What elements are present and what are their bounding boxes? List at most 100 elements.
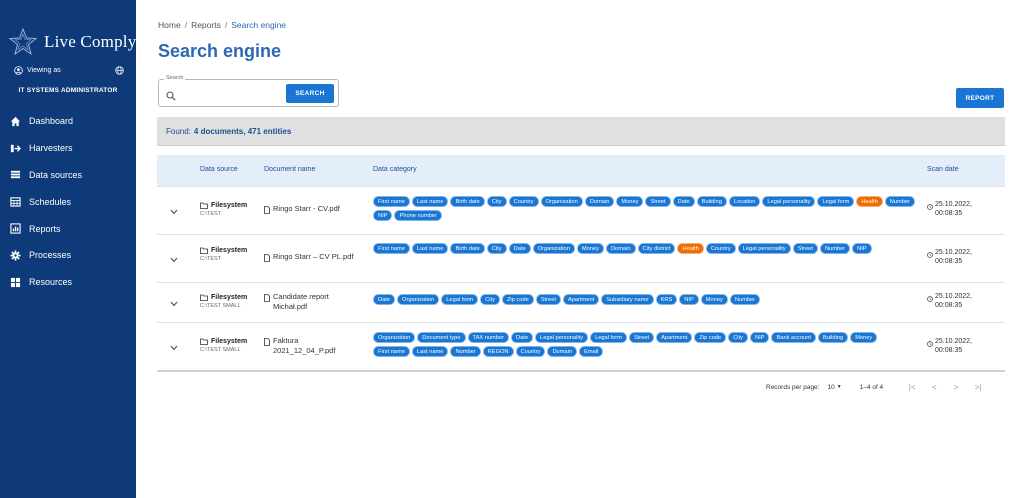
header-scan-date[interactable]: Scan date (927, 166, 959, 173)
scan-date-cell: 25.10.2022, 00:08:35 (927, 200, 972, 218)
category-chip: Last name (411, 196, 449, 207)
category-chip: Legal personality (762, 196, 816, 207)
category-chip: Organization (373, 332, 416, 343)
breadcrumb-current: Search engine (231, 20, 287, 30)
found-count: 4 documents, 471 entities (193, 126, 292, 136)
breadcrumb-reports[interactable]: Reports (191, 20, 221, 30)
category-chip: Date (373, 294, 396, 305)
category-chip: Phone number (394, 210, 442, 221)
expand-chevron-icon[interactable] (169, 207, 179, 217)
document-icon (264, 338, 270, 346)
globe-icon[interactable] (115, 66, 124, 75)
category-chip: Domain (605, 243, 636, 254)
breadcrumb-home[interactable]: Home (158, 20, 181, 30)
document-icon (264, 294, 270, 302)
header-data-category[interactable]: Data category (373, 166, 417, 173)
category-chip: Legal form (590, 332, 627, 343)
category-chip: Number (729, 294, 761, 305)
category-chip: Date (508, 243, 531, 254)
brand-name: Live Comply (44, 32, 137, 51)
sidebar-item-data-sources[interactable]: Data sources (0, 162, 136, 189)
table-row[interactable]: Filesystem C:\TEST Ringo Starr - CV.pdf … (157, 186, 1005, 234)
table-row[interactable]: Filesystem C:\TEST Ringo Starr – CV PL.p… (157, 234, 1005, 282)
category-chip: Zip code (694, 332, 727, 343)
data-source-label: Filesystem (211, 338, 248, 345)
report-button[interactable]: REPORT (956, 88, 1004, 108)
category-chip: Building (817, 332, 849, 343)
data-source-cell: Filesystem C:\TEST SMALL (200, 338, 247, 353)
sidebar-item-label: Processes (29, 250, 72, 261)
category-chip: Number (450, 346, 481, 357)
category-chip: Number (884, 196, 915, 207)
harvesters-icon (9, 142, 21, 154)
category-chip: Last name (411, 243, 449, 254)
document-name: Ringo Starr – CV PL.pdf (273, 252, 354, 261)
sidebar-item-reports[interactable]: Reports (0, 215, 136, 242)
rows-per-page-select[interactable]: 10 (827, 384, 834, 391)
category-chip: Document type (417, 332, 466, 343)
folder-icon (200, 294, 208, 301)
dropdown-arrow-icon[interactable]: ▼ (837, 384, 842, 390)
data-source-cell: Filesystem C:\TEST (200, 247, 247, 262)
sidebar-item-schedules[interactable]: Schedules (0, 188, 136, 215)
sidebar-item-label: Reports (29, 223, 61, 234)
category-chip: Domain (547, 346, 578, 357)
category-chip: Legal form (441, 294, 479, 305)
category-chip: First name (373, 196, 410, 207)
sidebar-item-resources[interactable]: Resources (0, 269, 136, 296)
brand-logo[interactable]: Live Comply (8, 22, 136, 62)
first-page-icon[interactable]: |< (901, 383, 923, 392)
category-chip: Subsidiary name (601, 294, 654, 305)
header-document-name[interactable]: Document name (264, 166, 315, 173)
prev-page-icon[interactable]: < (923, 383, 945, 392)
search-button[interactable]: SEARCH (286, 84, 334, 103)
document-name-cell[interactable]: Ringo Starr - CV.pdf (264, 204, 359, 214)
scan-date-cell: 25.10.2022, 00:08:35 (927, 337, 972, 355)
document-name-cell[interactable]: Ringo Starr – CV PL.pdf (264, 252, 359, 262)
expand-chevron-icon[interactable] (169, 343, 179, 353)
category-chip: Number (819, 243, 851, 254)
category-chip: Organization (532, 243, 575, 254)
search-input[interactable] (179, 86, 279, 100)
data-source-path: C:\TEST SMALL (200, 303, 241, 309)
scan-time: 00:08:35 (935, 347, 963, 354)
category-chip: City district (637, 243, 676, 254)
clock-icon (927, 341, 933, 347)
category-chip: Legal personality (737, 243, 791, 254)
next-page-icon[interactable]: > (945, 383, 967, 392)
results-table: Data source Document name Data category … (157, 155, 1005, 372)
data-source-cell: Filesystem C:\TEST SMALL (200, 294, 247, 309)
category-chip: Legal personality (535, 332, 589, 343)
category-chip: Country (508, 196, 539, 207)
category-chip: Zip code (501, 294, 534, 305)
category-chip: Legal form (817, 196, 855, 207)
data-source-name: Filesystem (200, 338, 247, 345)
sidebar-item-harvesters[interactable]: Harvesters (0, 135, 136, 162)
last-page-icon[interactable]: >| (967, 383, 989, 392)
table-header: Data source Document name Data category … (157, 155, 1005, 186)
expand-chevron-icon[interactable] (169, 299, 179, 309)
category-chips: First name Last name Birth date City Date Org… (373, 243, 918, 257)
document-name: Ringo Starr - CV.pdf (273, 204, 340, 213)
header-data-source[interactable]: Data source (200, 166, 238, 173)
sidebar-item-dashboard[interactable]: Dashboard (0, 108, 136, 135)
category-chip: Date (672, 196, 695, 207)
clock-icon (927, 296, 933, 302)
scan-date-cell: 25.10.2022, 00:08:35 (927, 248, 972, 266)
expand-chevron-icon[interactable] (169, 255, 179, 265)
category-chip: Money (700, 294, 728, 305)
document-name-cell[interactable]: Faktura 2021_12_04_P.pdf (264, 336, 359, 356)
sidebar-item-label: Harvesters (29, 143, 73, 154)
document-name-cell[interactable]: Candidate report Michał.pdf (264, 292, 359, 312)
calendar-icon (9, 196, 21, 208)
sidebar-item-processes[interactable]: Processes (0, 242, 136, 269)
home-icon (9, 115, 21, 127)
category-chip: Email (579, 346, 604, 357)
category-chips: First name Last name Birth date City Country… (373, 196, 918, 224)
data-source-name: Filesystem (200, 247, 247, 254)
document-name: Faktura 2021_12_04_P.pdf (273, 336, 336, 355)
breadcrumb-separator: / (184, 20, 188, 30)
table-row[interactable]: Filesystem C:\TEST SMALL Candidate repor… (157, 282, 1005, 322)
table-row[interactable]: Filesystem C:\TEST SMALL Faktura 2021_12… (157, 322, 1005, 370)
category-chip: NIP (852, 243, 872, 254)
